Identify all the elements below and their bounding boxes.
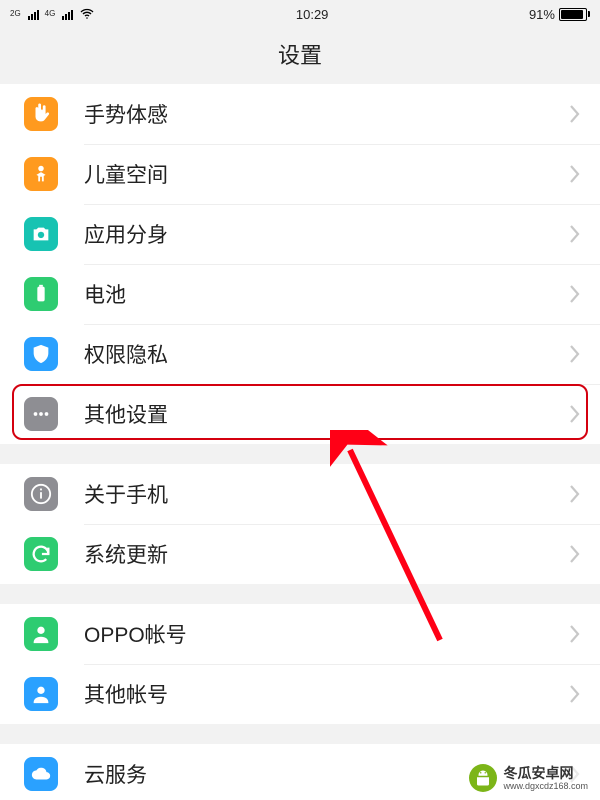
signal-icon	[28, 8, 39, 20]
status-left: 2G 4G	[10, 6, 95, 22]
signal2-label: 4G	[45, 10, 56, 18]
chevron-right-icon	[568, 164, 580, 184]
signal1-label: 2G	[10, 10, 21, 18]
person-icon	[24, 677, 58, 711]
settings-row-otheracct[interactable]: 其他帐号	[0, 664, 600, 724]
settings-row-gesture[interactable]: 手势体感	[0, 84, 600, 144]
wifi-icon	[79, 6, 95, 22]
shield-icon	[24, 337, 58, 371]
chevron-right-icon	[568, 544, 580, 564]
info-icon	[24, 477, 58, 511]
settings-row-appclone[interactable]: 应用分身	[0, 204, 600, 264]
settings-row-label: 儿童空间	[84, 159, 568, 189]
watermark-url: www.dgxcdz168.com	[503, 781, 588, 791]
status-bar: 2G 4G 10:29 91%	[0, 0, 600, 28]
settings-row-label: 权限隐私	[84, 339, 568, 369]
chevron-right-icon	[568, 284, 580, 304]
settings-row-about[interactable]: 关于手机	[0, 464, 600, 524]
chevron-right-icon	[568, 104, 580, 124]
settings-row-other[interactable]: 其他设置	[0, 384, 600, 444]
hand-icon	[24, 97, 58, 131]
settings-row-label: 应用分身	[84, 219, 568, 249]
group-divider	[0, 584, 600, 604]
child-icon	[24, 157, 58, 191]
watermark-logo-icon	[469, 764, 497, 792]
settings-row-label: 关于手机	[84, 479, 568, 509]
signal-icon	[62, 8, 73, 20]
settings-row-update[interactable]: 系统更新	[0, 524, 600, 584]
settings-row-label: 系统更新	[84, 539, 568, 569]
chevron-right-icon	[568, 224, 580, 244]
watermark-brand: 冬瓜安卓网	[503, 765, 588, 781]
settings-row-privacy[interactable]: 权限隐私	[0, 324, 600, 384]
cloud-icon	[24, 757, 58, 791]
settings-row-battery[interactable]: 电池	[0, 264, 600, 324]
page-title: 设置	[0, 28, 600, 84]
chevron-right-icon	[568, 344, 580, 364]
group-divider	[0, 724, 600, 744]
status-time: 10:29	[296, 7, 329, 22]
battery-icon	[559, 8, 590, 21]
more-icon	[24, 397, 58, 431]
chevron-right-icon	[568, 624, 580, 644]
person-icon	[24, 617, 58, 651]
settings-row-label: OPPO帐号	[84, 619, 568, 649]
battery-icon	[24, 277, 58, 311]
chevron-right-icon	[568, 484, 580, 504]
settings-row-label: 其他设置	[84, 399, 568, 429]
group-divider	[0, 444, 600, 464]
settings-row-oppoacct[interactable]: OPPO帐号	[0, 604, 600, 664]
watermark: 冬瓜安卓网 www.dgxcdz168.com	[467, 762, 594, 794]
settings-list: 手势体感儿童空间应用分身电池权限隐私其他设置关于手机系统更新 OPPO帐号其他帐号…	[0, 84, 600, 800]
refresh-icon	[24, 537, 58, 571]
settings-row-label: 其他帐号	[84, 679, 568, 709]
settings-row-label: 电池	[84, 279, 568, 309]
chevron-right-icon	[568, 684, 580, 704]
settings-row-label: 手势体感	[84, 99, 568, 129]
battery-percent: 91%	[529, 7, 555, 22]
chevron-right-icon	[568, 404, 580, 424]
status-right: 91%	[529, 7, 590, 22]
settings-row-kids[interactable]: 儿童空间	[0, 144, 600, 204]
camera-icon	[24, 217, 58, 251]
